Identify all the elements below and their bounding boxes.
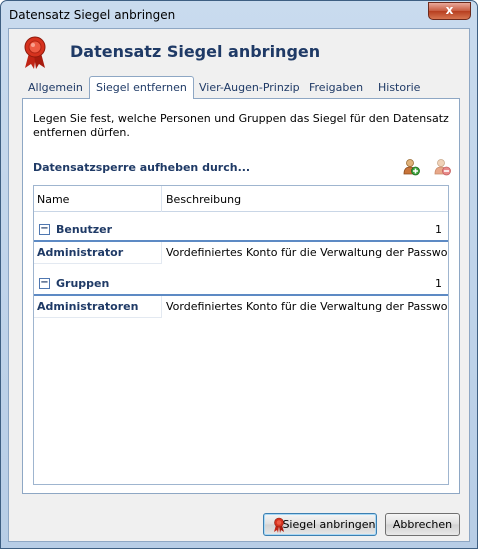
- row-description: Vordefiniertes Konto für die Verwaltung …: [166, 300, 448, 313]
- permissions-grid: Name Beschreibung − Benutzer 1 Administr…: [33, 185, 449, 485]
- row-divider: [34, 263, 161, 264]
- section-title: Datensatzsperre aufheben durch...: [33, 161, 251, 174]
- panel-description: Legen Sie fest, welche Personen und Grup…: [33, 112, 449, 139]
- tab-label: Historie: [378, 81, 421, 94]
- tab-allgemein[interactable]: Allgemein: [22, 78, 89, 98]
- dialog-window: Datensatz Siegel anbringen x Datensatz S…: [0, 0, 478, 549]
- remove-user-icon[interactable]: [433, 158, 451, 176]
- group-count: 1: [435, 223, 442, 236]
- grid-header: Name Beschreibung: [34, 186, 448, 212]
- tab-label: Freigaben: [309, 81, 364, 94]
- row-name: Administratoren: [37, 300, 139, 313]
- group-label: Benutzer: [56, 223, 113, 236]
- group-count: 1: [435, 277, 442, 290]
- tab-label: Siegel entfernen: [96, 81, 187, 94]
- tab-label: Vier-Augen-Prinzip: [199, 81, 300, 94]
- tab-freigaben[interactable]: Freigaben: [303, 78, 369, 98]
- window-title: Datensatz Siegel anbringen: [9, 8, 176, 22]
- close-button[interactable]: x: [428, 2, 471, 20]
- group-label: Gruppen: [56, 277, 110, 290]
- table-row[interactable]: Administratoren Vordefiniertes Konto für…: [34, 296, 448, 318]
- dialog-header-title: Datensatz Siegel anbringen: [70, 42, 321, 61]
- add-user-icon[interactable]: [402, 158, 420, 176]
- close-icon: x: [445, 3, 454, 17]
- title-bar[interactable]: Datensatz Siegel anbringen x: [1, 1, 477, 31]
- column-header-name[interactable]: Name: [37, 193, 69, 206]
- tab-label: Allgemein: [28, 81, 83, 94]
- collapse-icon[interactable]: −: [39, 224, 50, 235]
- column-header-description[interactable]: Beschreibung: [166, 193, 241, 206]
- tab-vier-augen-prinzip[interactable]: Vier-Augen-Prinzip: [193, 78, 306, 98]
- tab-siegel-entfernen[interactable]: Siegel entfernen: [89, 76, 194, 99]
- table-row[interactable]: Administrator Vordefiniertes Konto für d…: [34, 242, 448, 264]
- row-divider: [34, 317, 161, 318]
- cancel-button[interactable]: Abbrechen: [385, 513, 460, 536]
- dialog-client-area: Datensatz Siegel anbringen Allgemein Sie…: [8, 28, 470, 542]
- seal-ribbon-icon: [274, 517, 284, 533]
- column-divider: [161, 186, 162, 212]
- collapse-icon[interactable]: −: [39, 278, 50, 289]
- apply-seal-button[interactable]: Siegel anbringen: [263, 513, 377, 536]
- cell-divider: [161, 242, 162, 264]
- cancel-label: Abbrechen: [392, 518, 453, 531]
- group-row-gruppen[interactable]: − Gruppen 1: [34, 272, 448, 296]
- tab-historie[interactable]: Historie: [372, 78, 426, 98]
- row-name: Administrator: [37, 246, 124, 259]
- row-description: Vordefiniertes Konto für die Verwaltung …: [166, 246, 448, 259]
- seal-ribbon-icon: [24, 36, 46, 69]
- dialog-header: Datensatz Siegel anbringen: [9, 29, 469, 75]
- cell-divider: [161, 296, 162, 318]
- group-row-benutzer[interactable]: − Benutzer 1: [34, 218, 448, 242]
- tab-panel: Legen Sie fest, welche Personen und Grup…: [22, 98, 460, 494]
